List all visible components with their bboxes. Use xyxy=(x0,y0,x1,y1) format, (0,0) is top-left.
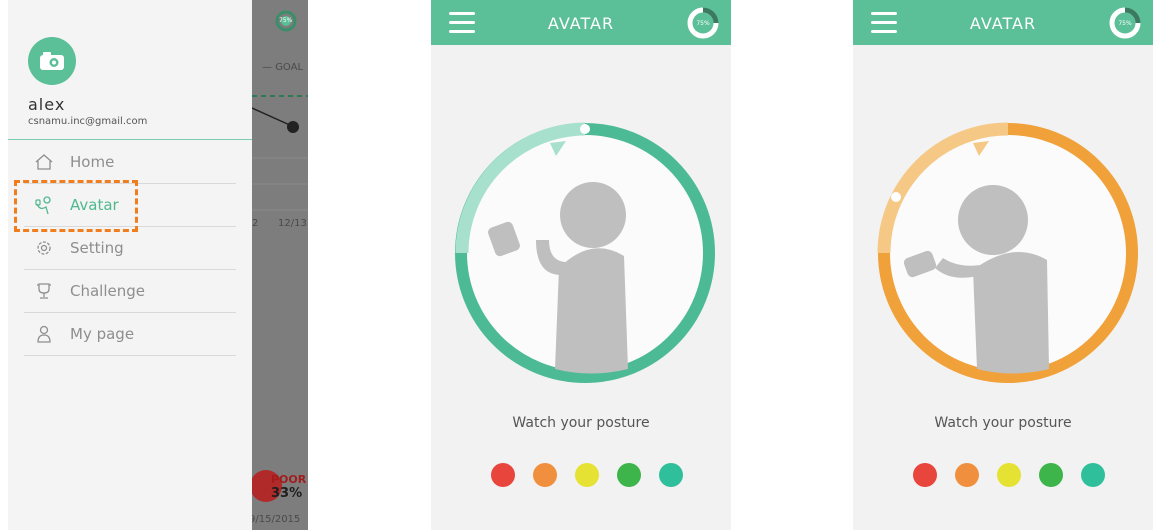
page-title: AVATAR xyxy=(969,14,1037,33)
background-dashboard: — GOAL 2 12/13 POOR 33% 9/15/2015 75% xyxy=(249,0,308,530)
progress-ring-icon: 75% xyxy=(1109,7,1141,39)
menu-item-home[interactable]: Home xyxy=(24,141,236,184)
sad-face-icon[interactable] xyxy=(533,463,557,487)
avatar-screen-bad: AVATAR 75% Watch your posture xyxy=(853,0,1153,530)
very-happy-face-icon[interactable] xyxy=(659,463,683,487)
neutral-face-icon[interactable] xyxy=(997,463,1021,487)
menu-item-my-page[interactable]: My page xyxy=(24,313,236,356)
menu-item-challenge[interactable]: Challenge xyxy=(24,270,236,313)
background-chart xyxy=(250,10,308,502)
poor-label: POOR xyxy=(271,473,307,486)
menu-label: Challenge xyxy=(70,282,145,300)
x-tick: 12/13 xyxy=(278,218,307,229)
navigation-drawer: alex csnamu.inc@gmail.com Home Avatar Se… xyxy=(8,0,252,530)
menu-label: Home xyxy=(70,153,115,171)
happy-face-icon[interactable] xyxy=(1039,463,1063,487)
user-name: alex xyxy=(28,95,66,114)
app-bar: AVATAR 75% xyxy=(853,0,1153,45)
x-tick: 2 xyxy=(252,218,259,229)
posture-ring xyxy=(877,122,1138,383)
profile-photo[interactable] xyxy=(28,37,76,85)
sad-face-icon[interactable] xyxy=(955,463,979,487)
mood-faces xyxy=(913,463,1105,487)
highlight-box xyxy=(14,180,138,232)
progress-text: 75% xyxy=(696,20,710,27)
angry-face-icon[interactable] xyxy=(913,463,937,487)
camera-icon xyxy=(40,52,64,70)
posture-caption: Watch your posture xyxy=(934,415,1072,431)
progress-ring-icon: 75% xyxy=(687,7,719,39)
mood-faces xyxy=(491,463,683,487)
poor-value: 33% xyxy=(271,486,303,501)
home-icon xyxy=(24,153,64,171)
menu-item-setting[interactable]: Setting xyxy=(24,227,236,270)
gear-icon xyxy=(24,238,64,258)
happy-face-icon[interactable] xyxy=(617,463,641,487)
neutral-face-icon[interactable] xyxy=(575,463,599,487)
page-title: AVATAR xyxy=(547,14,615,33)
avatar-screen-good: AVATAR 75% Watch your posture xyxy=(431,0,731,530)
very-happy-face-icon[interactable] xyxy=(1081,463,1105,487)
user-email: csnamu.inc@gmail.com xyxy=(28,116,148,127)
menu-label: My page xyxy=(70,325,135,343)
person-icon xyxy=(24,324,64,344)
trophy-icon xyxy=(24,281,64,301)
progress-text: 75% xyxy=(279,17,293,24)
menu-label: Setting xyxy=(70,239,124,257)
divider xyxy=(8,139,252,140)
posture-caption: Watch your posture xyxy=(512,415,650,431)
angry-face-icon[interactable] xyxy=(491,463,515,487)
progress-text: 75% xyxy=(1118,20,1132,27)
app-bar: AVATAR 75% xyxy=(431,0,731,45)
drawer-screen: — GOAL 2 12/13 POOR 33% 9/15/2015 75% al… xyxy=(8,0,308,530)
date-label: 9/15/2015 xyxy=(249,514,301,525)
goal-label: — GOAL xyxy=(262,62,304,73)
posture-ring xyxy=(455,122,715,383)
